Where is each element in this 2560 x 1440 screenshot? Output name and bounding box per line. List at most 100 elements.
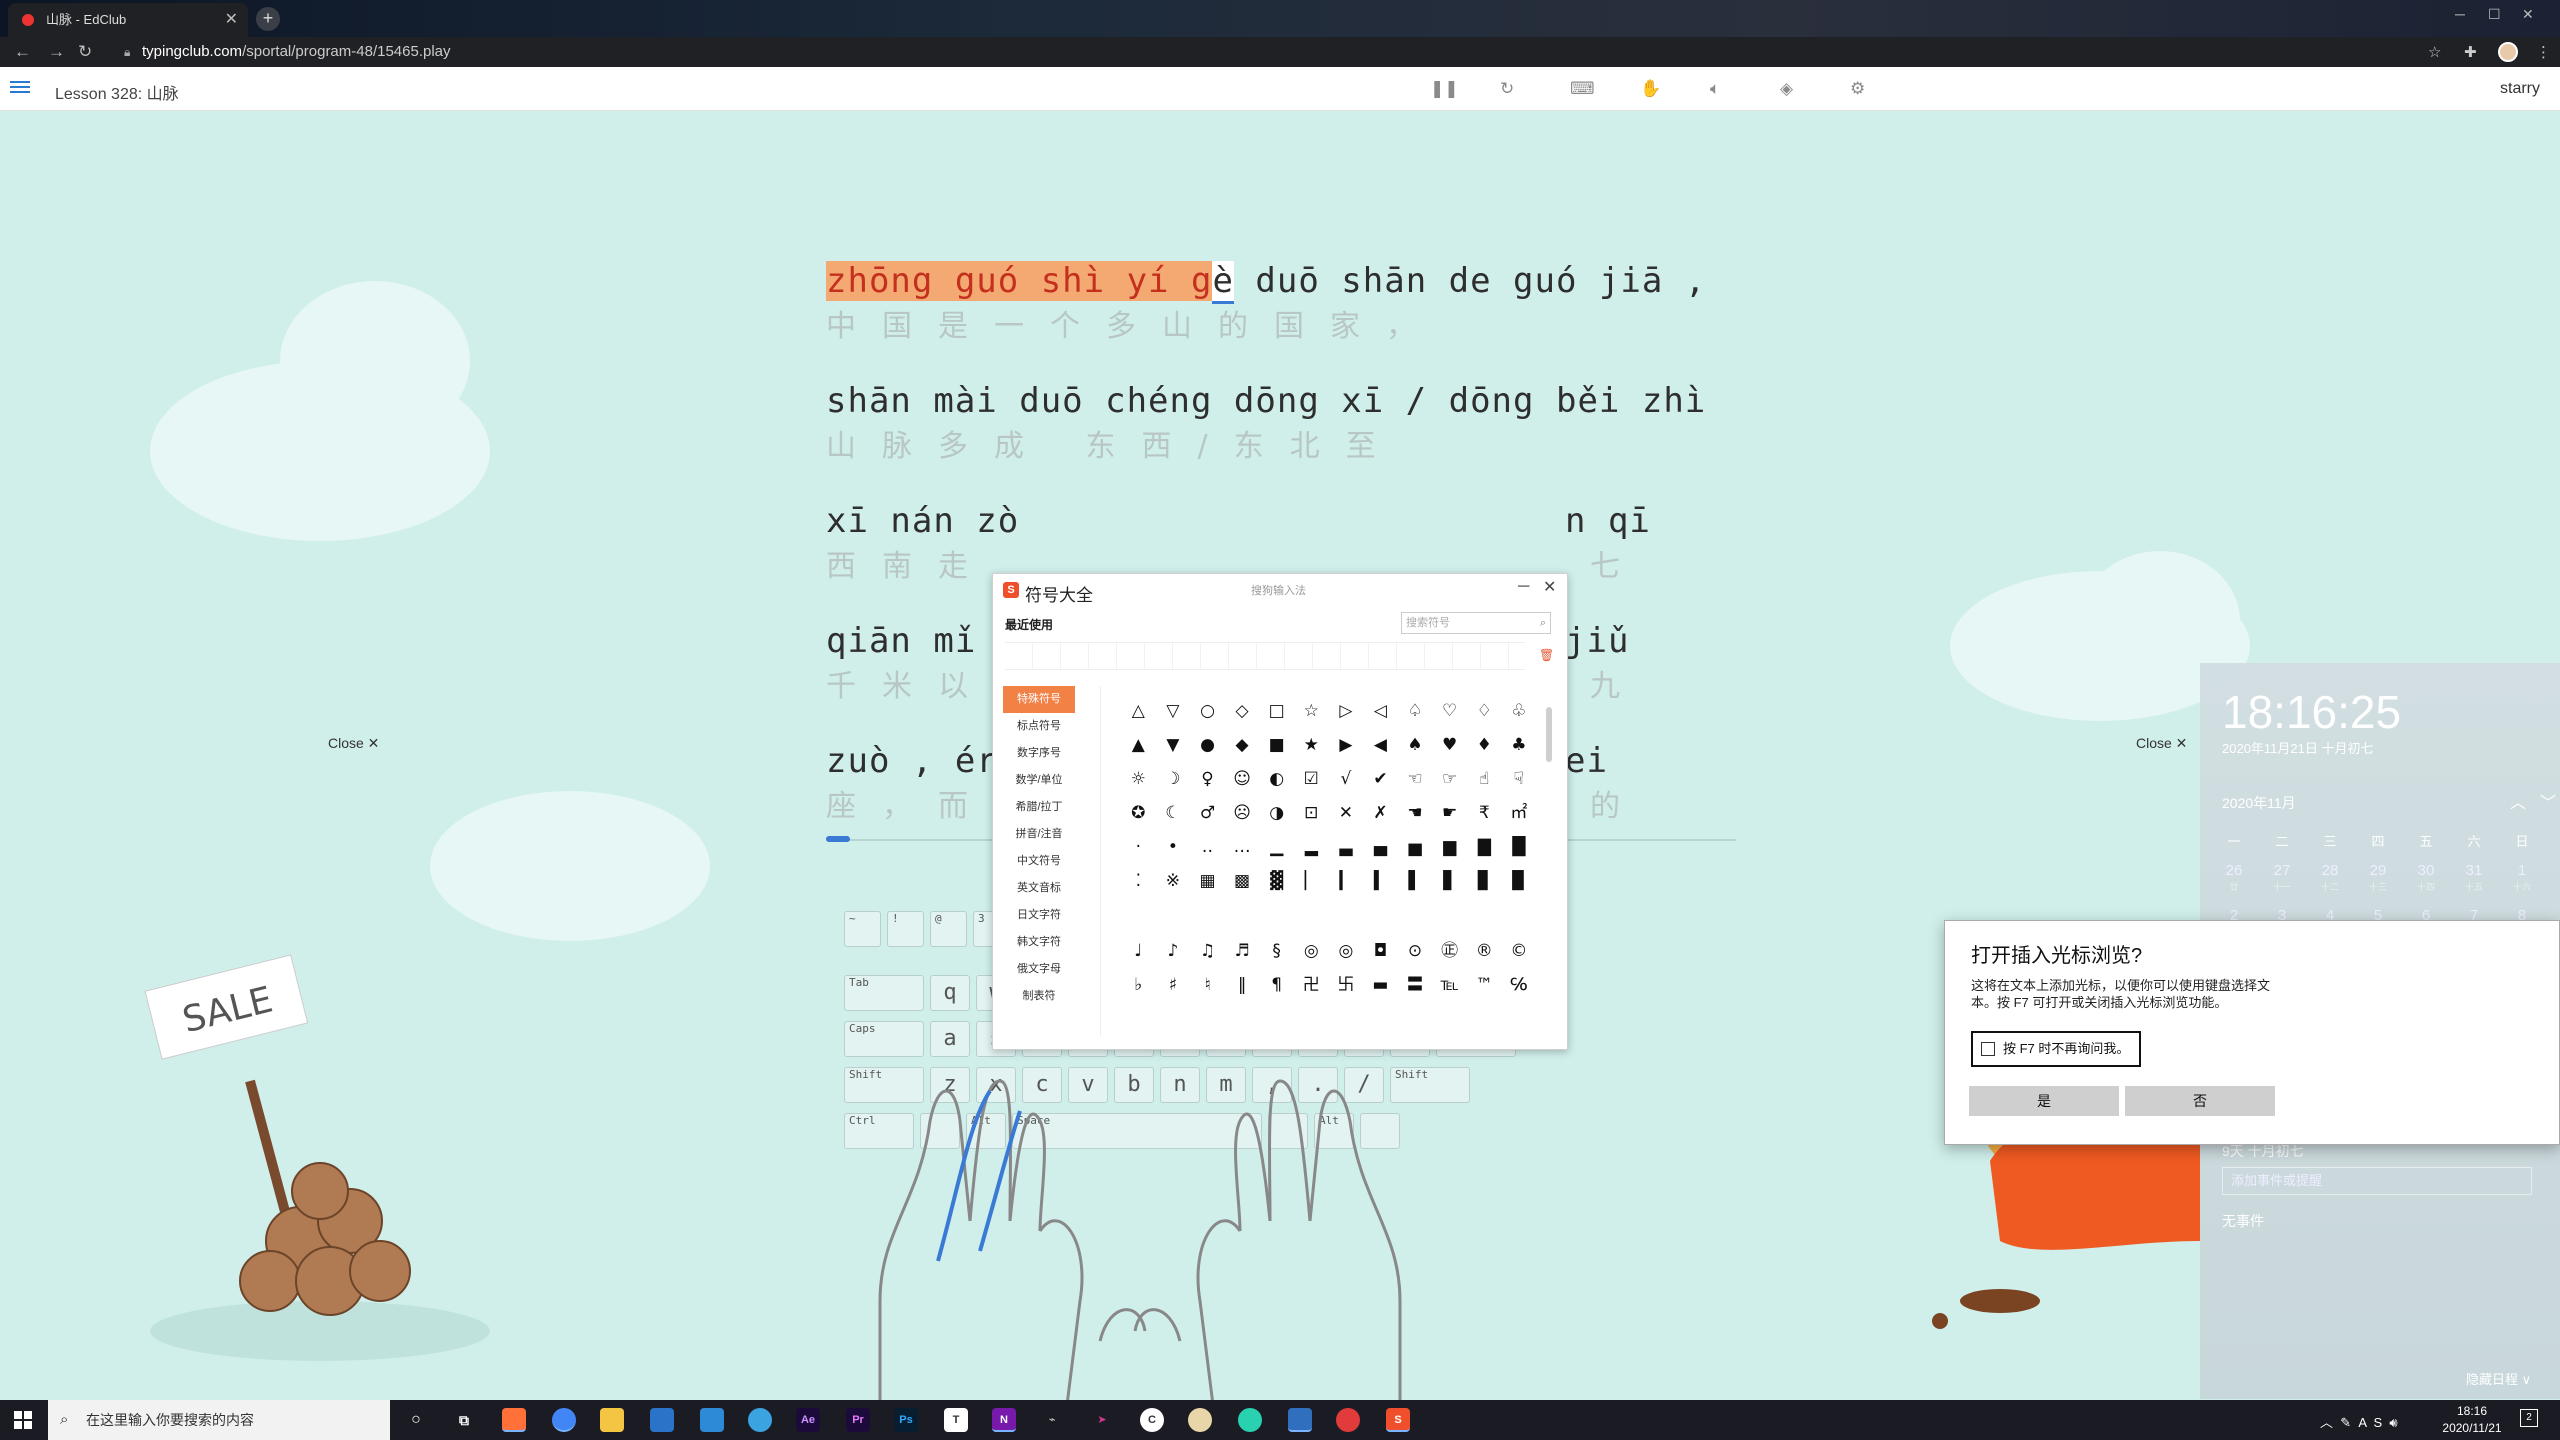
symbol-cell[interactable]: ◁: [1363, 694, 1398, 728]
symbol-cell[interactable]: ·: [1121, 830, 1156, 864]
firefox-icon[interactable]: [502, 1408, 526, 1432]
calendar-month[interactable]: 2020年11月: [2222, 793, 2296, 813]
symbol-cell[interactable]: ♬: [1225, 934, 1260, 968]
symbol-cell[interactable]: ㎡: [1502, 796, 1537, 830]
symbol-cell[interactable]: █: [1502, 830, 1537, 864]
chrome-icon[interactable]: [552, 1408, 576, 1432]
symbol-cell[interactable]: ▊: [1467, 864, 1502, 898]
symbol-category-item[interactable]: 数学/单位: [1003, 767, 1075, 794]
symbol-cell[interactable]: ■: [1259, 728, 1294, 762]
system-tray[interactable]: ︿ ✎ A S 🔊︎: [2320, 1412, 2398, 1431]
dont-ask-checkbox[interactable]: 按 F7 时不再询问我。: [1971, 1031, 2141, 1067]
new-tab-button[interactable]: +: [256, 7, 280, 31]
symbol-cell[interactable]: ♂: [1190, 796, 1225, 830]
symbol-window-close-icon[interactable]: ✕: [1543, 577, 1556, 597]
symbol-cell[interactable]: ♧: [1502, 694, 1537, 728]
calendar-day[interactable]: 31 十五: [2450, 863, 2498, 895]
symbol-cell[interactable]: ▓: [1259, 864, 1294, 898]
symbol-cell[interactable]: ♡: [1432, 694, 1467, 728]
symbol-cell[interactable]: ¶: [1259, 968, 1294, 1002]
browser-menu-icon[interactable]: ⋮: [2536, 43, 2551, 61]
symbol-cell[interactable]: ◇: [1225, 694, 1260, 728]
symbol-cell[interactable]: ▂: [1294, 830, 1329, 864]
symbol-cell[interactable]: ▽: [1156, 694, 1191, 728]
symbol-cell[interactable]: ☹: [1225, 796, 1260, 830]
symbol-category-item[interactable]: 韩文字符: [1003, 929, 1075, 956]
symbol-cell[interactable]: ◐: [1259, 762, 1294, 796]
symbol-cell[interactable]: ▎: [1329, 864, 1364, 898]
onenote-icon[interactable]: N: [992, 1408, 1016, 1432]
extensions-icon[interactable]: ✚: [2464, 43, 2477, 61]
symbol-cell[interactable]: ♥: [1432, 728, 1467, 762]
image-viewer-icon[interactable]: [1288, 1408, 1312, 1432]
prev-month-icon[interactable]: ︿: [2510, 789, 2526, 813]
symbol-cell[interactable]: ℅: [1502, 968, 1537, 1002]
symbol-cell[interactable]: 卍: [1294, 968, 1329, 1002]
window-minimize-icon[interactable]: ─: [2455, 6, 2465, 22]
symbol-cell[interactable]: §: [1259, 934, 1294, 968]
symbol-cell[interactable]: ©: [1502, 934, 1537, 968]
pause-icon[interactable]: ❚❚: [1430, 79, 1459, 99]
symbol-cell[interactable]: ♫: [1190, 934, 1225, 968]
search-icon[interactable]: ⌕: [1540, 613, 1546, 633]
notification-center-icon[interactable]: 2: [2520, 1409, 2538, 1427]
symbol-category-item[interactable]: 俄文字母: [1003, 956, 1075, 983]
symbol-category-item[interactable]: 特殊符号: [1003, 686, 1075, 713]
restart-icon[interactable]: ↻: [1500, 79, 1514, 99]
symbol-cell[interactable]: ◆: [1225, 728, 1260, 762]
symbol-cell[interactable]: ▁: [1259, 830, 1294, 864]
symbol-search-input[interactable]: 搜索符号 ⌕: [1401, 612, 1551, 634]
symbol-cell[interactable]: ✗: [1363, 796, 1398, 830]
c-app-icon[interactable]: C: [1140, 1408, 1164, 1432]
symbol-cell[interactable]: ▌: [1398, 864, 1433, 898]
netease-music-icon[interactable]: [1336, 1408, 1360, 1432]
symbol-cell[interactable]: ▲: [1121, 728, 1156, 762]
photoshop-icon[interactable]: Ps: [894, 1408, 918, 1432]
symbol-cell[interactable]: ☑: [1294, 762, 1329, 796]
symbol-cell[interactable]: ♯: [1156, 968, 1191, 1002]
symbol-cell[interactable]: ♦: [1467, 728, 1502, 762]
symbol-cell[interactable]: ★: [1294, 728, 1329, 762]
symbol-window-minimize-icon[interactable]: ─: [1518, 578, 1529, 596]
symbol-cell[interactable]: ☜: [1398, 762, 1433, 796]
symbol-cell[interactable]: ☟: [1502, 762, 1537, 796]
symbol-cell[interactable]: ✪: [1121, 796, 1156, 830]
symbol-cell[interactable]: ▄: [1363, 830, 1398, 864]
symbol-cell[interactable]: 卐: [1329, 968, 1364, 1002]
symbol-cell[interactable]: ◎: [1294, 934, 1329, 968]
symbol-cell[interactable]: ☝: [1467, 762, 1502, 796]
hide-schedule-button[interactable]: 隐藏日程 ∨: [2466, 1369, 2531, 1388]
symbol-cell[interactable]: ○: [1190, 694, 1225, 728]
symbol-cell[interactable]: ※: [1156, 864, 1191, 898]
close-left-button[interactable]: Close ✕: [328, 735, 379, 752]
windows-start-icon[interactable]: [14, 1411, 32, 1429]
theme-icon[interactable]: ◈: [1780, 79, 1793, 99]
symbol-cell[interactable]: ☾: [1156, 796, 1191, 830]
symbol-cell[interactable]: ▦: [1190, 864, 1225, 898]
symbol-cell[interactable]: ™: [1467, 968, 1502, 1002]
symbol-cell[interactable]: ⊡: [1294, 796, 1329, 830]
symbol-cell[interactable]: ▍: [1363, 864, 1398, 898]
keyboard-toggle-icon[interactable]: ⌨: [1570, 79, 1595, 99]
symbol-category-item[interactable]: 制表符: [1003, 983, 1075, 1010]
symbol-cell[interactable]: ®: [1467, 934, 1502, 968]
symbol-cell[interactable]: …: [1225, 830, 1260, 864]
symbol-cell[interactable]: ▬: [1363, 968, 1398, 1002]
store-icon[interactable]: [650, 1408, 674, 1432]
symbol-cell[interactable]: ♤: [1398, 694, 1433, 728]
tab-close-icon[interactable]: ✕: [225, 3, 238, 37]
symbol-cell[interactable]: •: [1156, 830, 1191, 864]
symbol-category-item[interactable]: 中文符号: [1003, 848, 1075, 875]
symbol-cell[interactable]: ♪: [1156, 934, 1191, 968]
calendar-day[interactable]: 26 廿: [2210, 863, 2258, 895]
symbol-cell[interactable]: ♮: [1190, 968, 1225, 1002]
symbol-cell[interactable]: ▉: [1502, 864, 1537, 898]
network-app-icon[interactable]: ⌁: [1040, 1408, 1064, 1432]
symbol-cell[interactable]: ◑: [1259, 796, 1294, 830]
back-icon[interactable]: ←: [14, 42, 31, 62]
calendar-day[interactable]: 1 十六: [2498, 863, 2546, 895]
symbol-cell[interactable]: ✔: [1363, 762, 1398, 796]
symbol-category-item[interactable]: 标点符号: [1003, 713, 1075, 740]
calendar-day[interactable]: 27 十一: [2258, 863, 2306, 895]
paint-app-icon[interactable]: [1188, 1408, 1212, 1432]
